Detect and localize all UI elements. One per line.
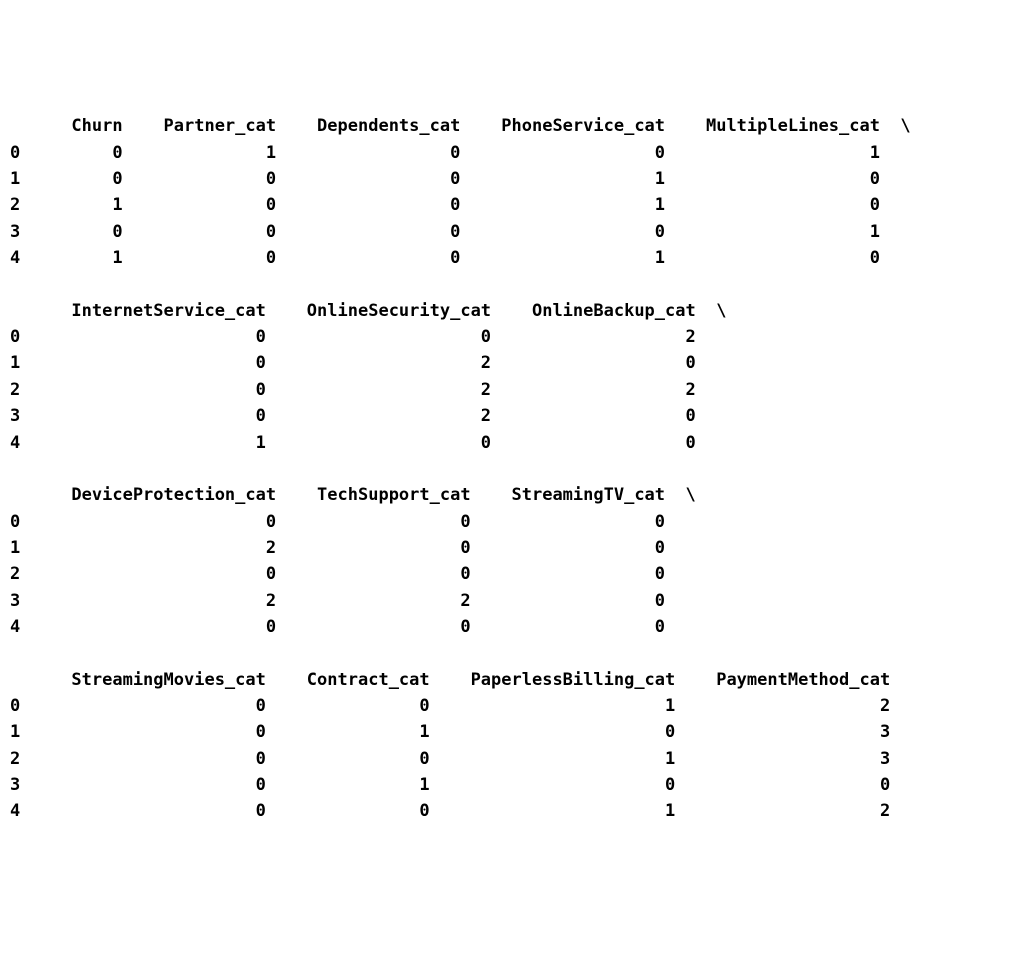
dataframe-output: Churn Partner_cat Dependents_cat PhoneSe… [10,113,1014,824]
